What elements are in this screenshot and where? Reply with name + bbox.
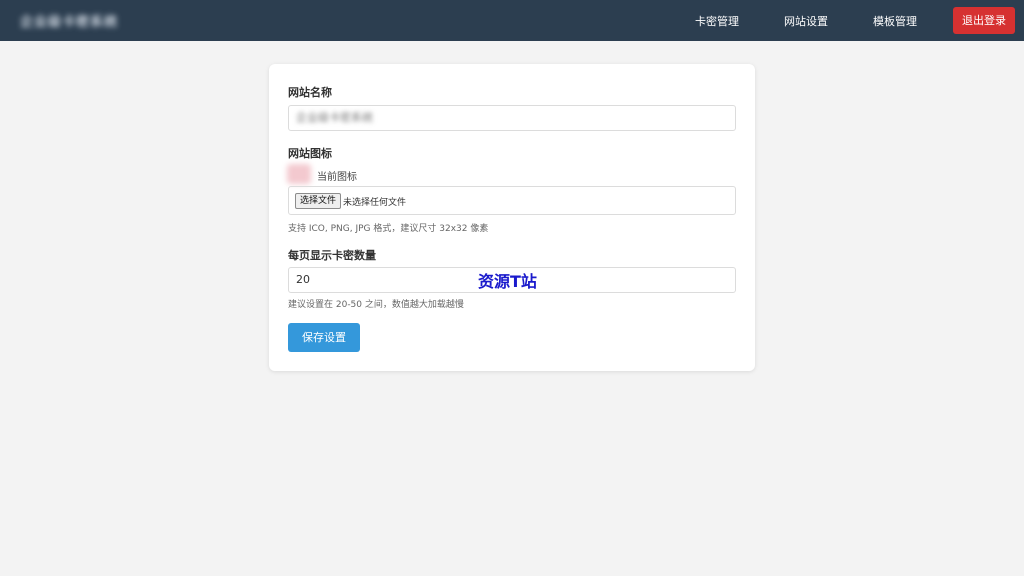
site-name-value: 企业级卡密系统 (296, 111, 373, 124)
nav-template-management[interactable]: 模板管理 (873, 13, 917, 29)
no-file-selected-text: 未选择任何文件 (343, 198, 407, 208)
per-page-hint: 建议设置在 20-50 之间，数值越大加载越慢 (288, 300, 464, 310)
site-brand[interactable]: 企业级卡密系统 (20, 11, 118, 30)
icon-file-input[interactable]: 选择文件 未选择任何文件 (288, 186, 736, 215)
top-navbar: 企业级卡密系统 卡密管理 网站设置 模板管理 退出登录 (0, 0, 1024, 41)
current-site-icon (287, 164, 311, 184)
nav-card-management[interactable]: 卡密管理 (695, 13, 739, 29)
site-name-label: 网站名称 (288, 86, 332, 99)
icon-format-hint: 支持 ICO, PNG, JPG 格式，建议尺寸 32x32 像素 (288, 224, 489, 234)
site-icon-label: 网站图标 (288, 147, 332, 160)
current-icon-label: 当前图标 (317, 172, 357, 183)
logout-button[interactable]: 退出登录 (953, 7, 1015, 34)
per-page-label: 每页显示卡密数量 (288, 249, 376, 262)
settings-card: 网站名称 企业级卡密系统 网站图标 当前图标 选择文件 未选择任何文件 支持 I… (269, 64, 755, 371)
watermark-text: 资源T站 (478, 272, 537, 291)
choose-file-button[interactable]: 选择文件 (295, 193, 342, 209)
nav-site-settings[interactable]: 网站设置 (784, 13, 828, 29)
site-name-input[interactable]: 企业级卡密系统 (288, 105, 736, 131)
save-settings-button[interactable]: 保存设置 (288, 323, 360, 352)
